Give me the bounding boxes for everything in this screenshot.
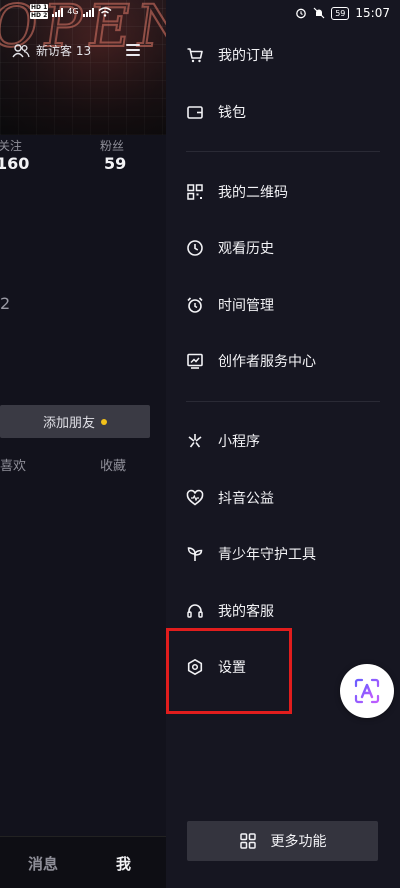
qr-code-icon [187,184,203,200]
signal-icon-2 [82,7,94,17]
settings-highlight-box [166,628,292,714]
menu-item-wallet[interactable]: 钱包 [186,99,386,125]
status-bar-left: HD 1 HD 2 4G [30,4,112,19]
clock-time: 15:07 [355,6,390,20]
people-icon [12,43,30,57]
grid-icon [239,833,256,849]
tab-favorites[interactable]: 收藏 [100,455,126,474]
more-features-label: 更多功能 [270,834,327,850]
notification-dot [101,418,107,425]
mini-program-icon [188,434,202,448]
signal-icon [52,7,64,17]
heart-icon [186,489,204,506]
cart-icon [187,48,203,63]
profile-text-fragment: 2 [0,294,11,313]
alarm-status-icon [296,8,307,19]
followers-label: 粉丝 [100,139,125,153]
menu-item-qr-code[interactable]: 我的二维码 [186,179,386,205]
menu-item-customer-service-label: 我的客服 [218,604,274,620]
sim-indicators: HD 1 HD 2 [30,4,49,19]
add-friend-label: 添加朋友 [42,416,95,431]
tab-likes[interactable]: 喜欢 [0,455,26,474]
status-bar-right: 59 15:07 [295,6,390,20]
new-visitors[interactable]: 新访客 13 [12,42,91,59]
menu-item-time-management[interactable]: 时间管理 [186,292,386,318]
mute-icon [313,7,325,19]
nav-me[interactable]: 我 [116,853,131,874]
following-count[interactable]: 160 [0,154,29,173]
menu-item-qr-code-label: 我的二维码 [218,185,288,201]
menu-item-wallet-label: 钱包 [218,105,246,121]
menu-item-mini-programs[interactable]: 小程序 [186,428,386,454]
nav-messages[interactable]: 消息 [28,853,58,874]
alarm-icon [187,297,203,313]
clock-icon [187,240,203,256]
followers-count[interactable]: 59 [104,154,126,173]
chart-icon [187,353,203,369]
sprout-icon [187,547,203,561]
floating-assistant-button[interactable] [340,664,394,718]
text-scan-icon [354,678,380,704]
add-friend-button[interactable]: 添加朋友 [0,405,150,438]
menu-item-creator-center[interactable]: 创作者服务中心 [186,348,386,374]
headset-icon [187,604,203,618]
side-drawer: 59 15:07 我的订单 钱包 我的二维码 观看历史 时间管理 创作者服务中心… [166,0,400,888]
menu-divider [186,151,380,152]
menu-item-customer-service[interactable]: 我的客服 [186,598,386,624]
menu-item-youth-protection-label: 青少年守护工具 [218,547,316,563]
menu-divider [186,401,380,402]
battery-icon: 59 [331,6,350,20]
profile-cover-image: OPEN [0,0,166,135]
profile-page-background: OPEN HD 1 HD 2 4G 新访客 13 关注 160 粉丝 59 2 … [0,0,166,888]
menu-item-watch-history-label: 观看历史 [218,241,274,257]
wallet-icon [187,106,203,119]
following-label: 关注 [0,139,23,153]
hamburger-menu-icon[interactable] [126,44,140,56]
bottom-navigation: 消息 我 [0,836,166,888]
menu-item-creator-center-label: 创作者服务中心 [218,354,316,370]
menu-item-time-management-label: 时间管理 [218,298,274,314]
menu-item-youth-protection[interactable]: 青少年守护工具 [186,541,386,567]
network-type: 4G [67,7,79,16]
menu-item-watch-history[interactable]: 观看历史 [186,235,386,261]
menu-item-charity-label: 抖音公益 [218,491,274,507]
menu-item-mini-programs-label: 小程序 [218,434,260,450]
menu-item-orders[interactable]: 我的订单 [186,42,386,68]
menu-item-orders-label: 我的订单 [218,48,274,64]
wifi-icon [98,6,112,17]
new-visitors-label: 新访客 13 [36,44,92,58]
menu-item-charity[interactable]: 抖音公益 [186,485,386,511]
more-features-button[interactable]: 更多功能 [187,821,378,861]
sim1-badge: HD 1 [30,4,49,11]
sim2-badge: HD 2 [30,12,49,19]
